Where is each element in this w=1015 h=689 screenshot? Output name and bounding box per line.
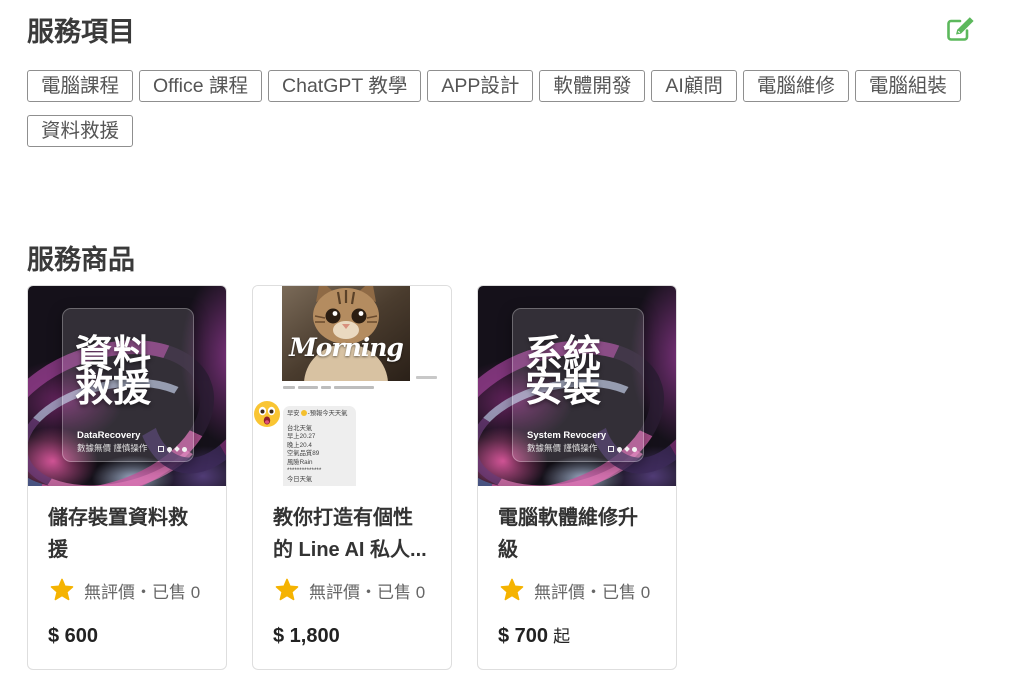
- service-tag: APP設計: [427, 70, 534, 102]
- image-tagline: 數據無價 謹慎操作: [527, 443, 598, 453]
- chat-header-text: -預報今天天氣: [307, 410, 348, 417]
- chat-bubble: 早安 -預報今天天氣 台北天氣 早上20.27 晚上20.4 空氣品質89 風險R…: [283, 406, 356, 486]
- heart-icon: [165, 445, 174, 453]
- heart-icon: [615, 445, 624, 453]
- rating-row: 無評價・已售 0: [50, 578, 226, 602]
- chat-line: 空氣品質89: [287, 450, 320, 457]
- service-tag: ChatGPT 教學: [268, 70, 422, 102]
- dot-icon: [182, 446, 187, 452]
- smile-emoji-icon: [300, 410, 307, 416]
- edit-services-button[interactable]: [946, 15, 976, 42]
- message-timestamp: [416, 376, 437, 379]
- chat-header: 早安 -預報今天天氣: [287, 410, 352, 419]
- meta-segment: [321, 386, 331, 389]
- image-heading-line: 系統: [525, 334, 602, 376]
- product-price: $ 600: [48, 622, 226, 650]
- square-icon: [608, 446, 614, 452]
- meta-segment: [298, 386, 318, 389]
- service-tag: 資料救援: [27, 115, 134, 147]
- product-price: $ 700 起: [498, 622, 676, 651]
- cat-photo: Morning: [282, 286, 410, 381]
- meta-segment: [334, 386, 374, 389]
- star-icon: [500, 578, 524, 601]
- product-image: 資料 救援 DataRecovery 數據無價 謹慎操作: [28, 286, 226, 486]
- rating-row: 無評價・已售 0: [275, 578, 451, 602]
- chat-line: 晚上20.4: [287, 441, 312, 449]
- price-amount: $ 1,800: [273, 625, 340, 647]
- product-title: 電腦軟體維修升級: [498, 507, 638, 561]
- image-heading-line: 安裝: [525, 368, 602, 410]
- meta-segment: [283, 386, 295, 389]
- edit-icon: [947, 17, 974, 41]
- image-heading: 資料 救援: [75, 334, 152, 410]
- star-icon: [50, 578, 74, 601]
- image-social-icons: [608, 445, 637, 453]
- image-subtitle: DataRecovery: [77, 430, 141, 441]
- product-card[interactable]: 系統 安裝 System Revocery 數據無價 謹慎操作 電腦軟體維修升級…: [477, 285, 677, 670]
- products-title: 服務商品: [27, 245, 135, 275]
- service-tag: AI顧問: [651, 70, 737, 102]
- image-heading-line: 救援: [75, 368, 152, 410]
- rating-text: 無評價・已售 0: [309, 582, 426, 602]
- dot-icon: [632, 446, 637, 452]
- rating-row: 無評價・已售 0: [500, 578, 676, 602]
- rating-text: 無評價・已售 0: [534, 582, 651, 602]
- service-tag: 電腦課程: [27, 70, 134, 102]
- square-icon: [158, 446, 164, 452]
- chat-line: **************: [287, 467, 322, 474]
- service-tag: Office 課程: [139, 70, 263, 102]
- product-title: 儲存裝置資料救援: [48, 507, 188, 561]
- product-image: Morning 早安 -預報今天天氣 台北天氣 早上20.27 晚上20.4 空…: [253, 286, 451, 486]
- product-image: 系統 安裝 System Revocery 數據無價 謹慎操作: [478, 286, 676, 486]
- service-tag: 電腦組裝: [854, 70, 961, 102]
- diamond-icon: [174, 446, 180, 452]
- chat-header-text: 早安: [287, 410, 300, 417]
- product-price: $ 1,800: [273, 622, 451, 650]
- chat-line: 早上20.27: [287, 433, 316, 440]
- product-card[interactable]: 資料 救援 DataRecovery 數據無價 謹慎操作 儲存裝置資料救援 無評…: [27, 285, 227, 670]
- image-subtitle: System Revocery: [527, 430, 607, 441]
- product-card-list: 資料 救援 DataRecovery 數據無價 謹慎操作 儲存裝置資料救援 無評…: [27, 285, 677, 670]
- image-social-icons: [158, 445, 187, 453]
- price-amount: $ 600: [48, 625, 99, 647]
- chat-line: 台北天氣: [287, 424, 313, 432]
- photo-caption: Morning: [289, 333, 404, 362]
- price-amount: $ 700: [498, 625, 549, 647]
- price-suffix: 起: [553, 627, 571, 646]
- service-tag: 電腦維修: [742, 70, 849, 102]
- product-card[interactable]: Morning 早安 -預報今天天氣 台北天氣 早上20.27 晚上20.4 空…: [252, 285, 452, 670]
- message-meta-line: [283, 386, 374, 389]
- chat-line: 風險Rain: [287, 458, 313, 466]
- image-heading-line: 資料: [75, 334, 152, 376]
- diamond-icon: [624, 446, 630, 452]
- services-title: 服務項目: [27, 17, 135, 47]
- service-tag: 軟體開發: [539, 70, 646, 102]
- star-icon: [275, 578, 299, 601]
- product-title: 教你打造有個性的 Line AI 私人...: [273, 507, 427, 561]
- image-tagline: 數據無價 謹慎操作: [77, 443, 148, 453]
- rating-text: 無評價・已售 0: [84, 582, 201, 602]
- service-tag-list: 電腦課程 Office 課程 ChatGPT 教學 APP設計 軟體開發 AI顧…: [27, 70, 979, 147]
- shocked-emoji-icon: [253, 400, 281, 428]
- chat-line: 今日天氣: [287, 475, 313, 483]
- image-heading: 系統 安裝: [525, 334, 602, 410]
